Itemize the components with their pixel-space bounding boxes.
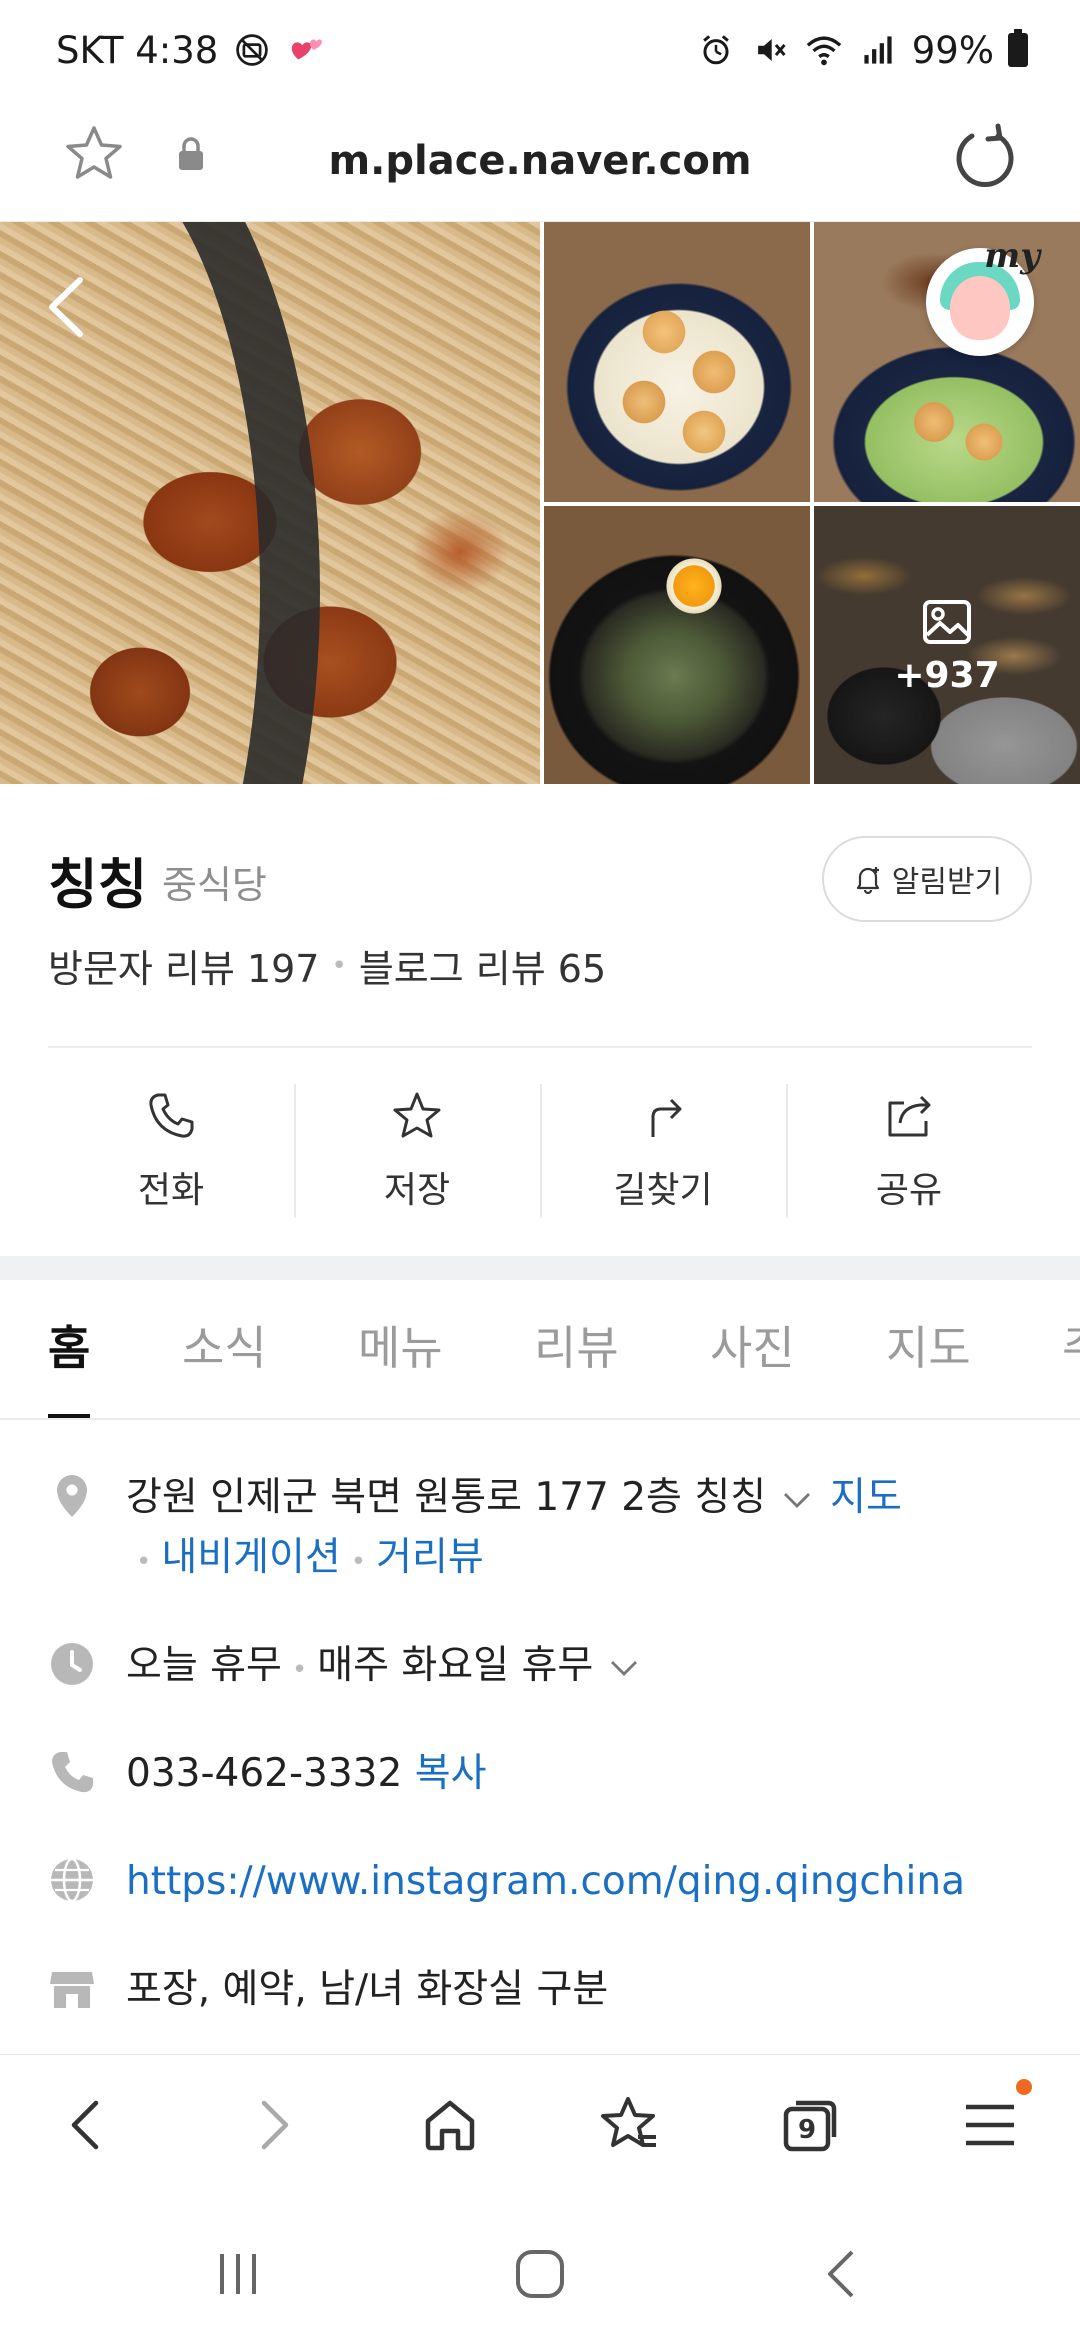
navigation-link[interactable]: 내비게이션 [161,1535,340,1580]
my-badge-text: my [984,236,1040,276]
photo-thumbnail[interactable] [544,222,810,502]
reload-icon[interactable] [950,122,1020,192]
clock-icon [51,1643,93,1685]
action-row: 전화 저장 길찾기 공유 [48,1080,1032,1222]
wifi-icon [804,30,844,70]
save-label: 저장 [383,1170,451,1211]
tab-photos[interactable]: 사진 [710,1280,795,1418]
share-icon [888,1095,931,1137]
battery-icon [1008,29,1028,67]
blog-review-count[interactable]: 블로그 리뷰 65 [359,938,606,993]
call-button[interactable]: 전화 [48,1080,294,1222]
tabs-button[interactable]: 9 [778,2093,842,2157]
separator-dot: • [136,1547,152,1577]
place-header: 칭칭 중식당 알림받기 방문자 리뷰 197 • 블로그 리뷰 65 [0,784,1080,1044]
star-icon [393,1092,441,1138]
phone-number[interactable]: 033-462-3332 [126,1751,402,1796]
hours-row[interactable]: 오늘 휴무 • 매주 화요일 휴무 [48,1636,1048,1700]
tab-count: 9 [798,2115,817,2145]
place-category: 중식당 [162,863,267,907]
status-bar: SKT 4:38 99% [0,0,1080,100]
more-photos-button[interactable]: +937 [814,506,1080,784]
address-row: 강원 인제군 북면 원통로 177 2층 칭칭 지도 • 내비게이션 • 거리뷰 [48,1468,1048,1592]
battery-percent: 99% [911,28,994,72]
hearts-icon [286,30,326,70]
more-photos-count: +937 [894,654,1000,696]
system-nav-bar [0,2194,1080,2340]
bookmark-star-icon[interactable] [62,122,126,186]
directions-icon [651,1098,682,1137]
call-label: 전화 [137,1170,205,1211]
no-camera-icon [232,30,272,70]
tab-home[interactable]: 홈 [48,1280,91,1418]
store-icon [50,1972,94,2008]
share-button[interactable]: 공유 [786,1080,1032,1222]
share-label: 공유 [875,1170,943,1211]
directions-button[interactable]: 길찾기 [540,1080,786,1222]
save-button[interactable]: 저장 [294,1080,540,1222]
avatar-face [950,276,1010,340]
home-icon[interactable] [418,2093,482,2157]
separator-dot: • [291,1655,308,1685]
location-pin-icon [57,1475,87,1517]
tab-more[interactable]: 주 [1062,1280,1080,1418]
forward-icon[interactable] [240,2093,304,2157]
bell-plus-icon [856,867,879,895]
browser-bottom-nav: 9 [0,2054,1080,2194]
image-icon [923,599,971,644]
status-time: SKT 4:38 [56,28,219,72]
hours-weekly: 매주 화요일 휴무 [317,1643,594,1688]
address-text: 강원 인제군 북면 원통로 177 2층 칭칭 [126,1475,767,1520]
alarm-icon [696,30,736,70]
directions-label: 길찾기 [613,1170,713,1211]
mute-icon [750,30,790,70]
website-link[interactable]: https://www.instagram.com/qing.qingchina [126,1859,965,1904]
phone-icon [149,1093,194,1138]
notify-label: 알림받기 [891,865,1003,900]
tab-menu[interactable]: 메뉴 [358,1280,443,1418]
back-arrow-icon[interactable] [40,272,94,342]
home-button-icon[interactable] [510,2244,570,2304]
notify-button[interactable]: 알림받기 [822,836,1032,922]
globe-icon [51,1857,93,1903]
browser-url-bar: m.place.naver.com [0,100,1080,222]
chevron-down-icon[interactable] [780,1483,814,1517]
tab-map[interactable]: 지도 [886,1280,971,1418]
phone-row: 033-462-3332 복사 [48,1744,1048,1804]
tab-bar: 홈 소식 메뉴 리뷰 사진 지도 주 [0,1280,1080,1420]
website-row: https://www.instagram.com/qing.qingchina [48,1852,1048,1912]
notification-dot [1016,2079,1032,2095]
section-separator [0,1256,1080,1280]
system-back-icon[interactable] [814,2244,874,2304]
street-view-link[interactable]: 거리뷰 [376,1535,484,1580]
divider [48,1046,1032,1048]
url-text[interactable]: m.place.naver.com [0,100,1080,222]
signal-icon [858,30,898,70]
amenities-row: 포장, 예약, 남/녀 화장실 구분 [48,1960,1048,2020]
photo-gallery: +937 my [0,222,1080,784]
place-name: 칭칭 [48,853,148,916]
separator-dot: • [350,1547,367,1577]
hours-today: 오늘 휴무 [126,1643,282,1688]
copy-phone-link[interactable]: 복사 [415,1751,487,1796]
back-icon[interactable] [56,2093,120,2157]
bookmarks-star-icon[interactable] [598,2093,662,2157]
map-link[interactable]: 지도 [830,1475,902,1520]
tab-news[interactable]: 소식 [182,1280,267,1418]
review-summary: 방문자 리뷰 197 • 블로그 리뷰 65 [48,938,606,993]
menu-icon[interactable] [958,2093,1022,2157]
separator-dot: • [331,950,347,981]
chevron-down-icon[interactable] [607,1651,641,1685]
amenities-text: 포장, 예약, 남/녀 화장실 구분 [126,1967,609,2012]
recent-apps-icon[interactable] [208,2244,268,2304]
phone-icon [52,1752,93,1793]
visitor-review-count[interactable]: 방문자 리뷰 197 [48,938,320,993]
my-profile-avatar[interactable]: my [926,236,1040,356]
tab-reviews[interactable]: 리뷰 [534,1280,619,1418]
lock-icon[interactable] [176,136,206,172]
photo-thumbnail[interactable] [544,506,810,784]
